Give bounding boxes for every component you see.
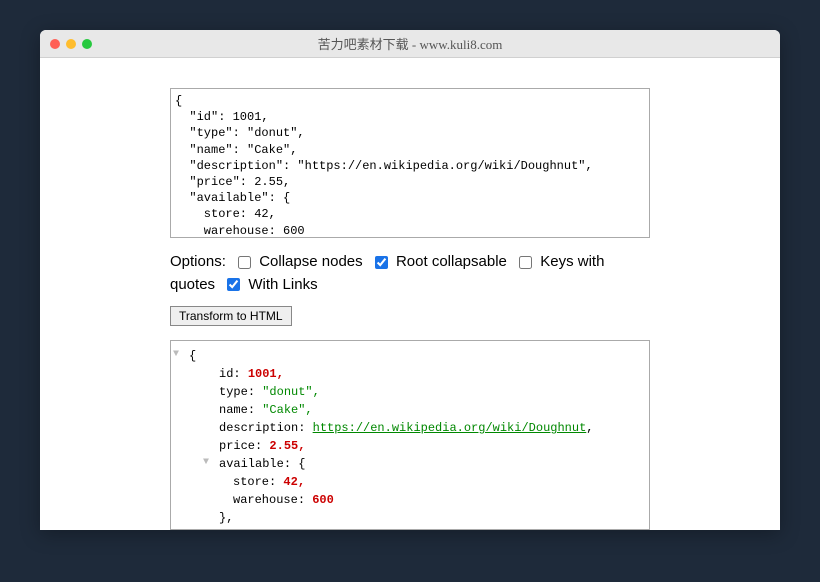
quotes-checkbox[interactable]	[519, 256, 532, 269]
window-title: 苦力吧素材下载 - www.kuli8.com	[40, 34, 780, 53]
chevron-down-icon[interactable]: ▼	[203, 527, 209, 530]
root-label: Root collapsable	[396, 253, 507, 270]
options-label: Options:	[170, 253, 226, 270]
main-content: Options: Collapse nodes Root collapsable…	[40, 58, 780, 530]
json-input[interactable]	[170, 88, 650, 238]
app-window: 苦力吧素材下载 - www.kuli8.com Options: Collaps…	[40, 30, 780, 530]
links-label: With Links	[248, 276, 317, 293]
collapse-label: Collapse nodes	[259, 253, 362, 270]
titlebar: 苦力吧素材下载 - www.kuli8.com	[40, 30, 780, 58]
options-row: Options: Collapse nodes Root collapsable…	[170, 251, 650, 296]
root-checkbox[interactable]	[375, 256, 388, 269]
collapse-checkbox[interactable]	[238, 256, 251, 269]
chevron-down-icon[interactable]: ▼	[203, 455, 209, 470]
chevron-down-icon[interactable]: ▼	[173, 347, 179, 362]
transform-button[interactable]: Transform to HTML	[170, 306, 292, 326]
output-tree: ▼{ id: 1001, type: "donut", name: "Cake"…	[170, 340, 650, 530]
description-link[interactable]: https://en.wikipedia.org/wiki/Doughnut	[313, 421, 587, 435]
links-checkbox[interactable]	[227, 278, 240, 291]
